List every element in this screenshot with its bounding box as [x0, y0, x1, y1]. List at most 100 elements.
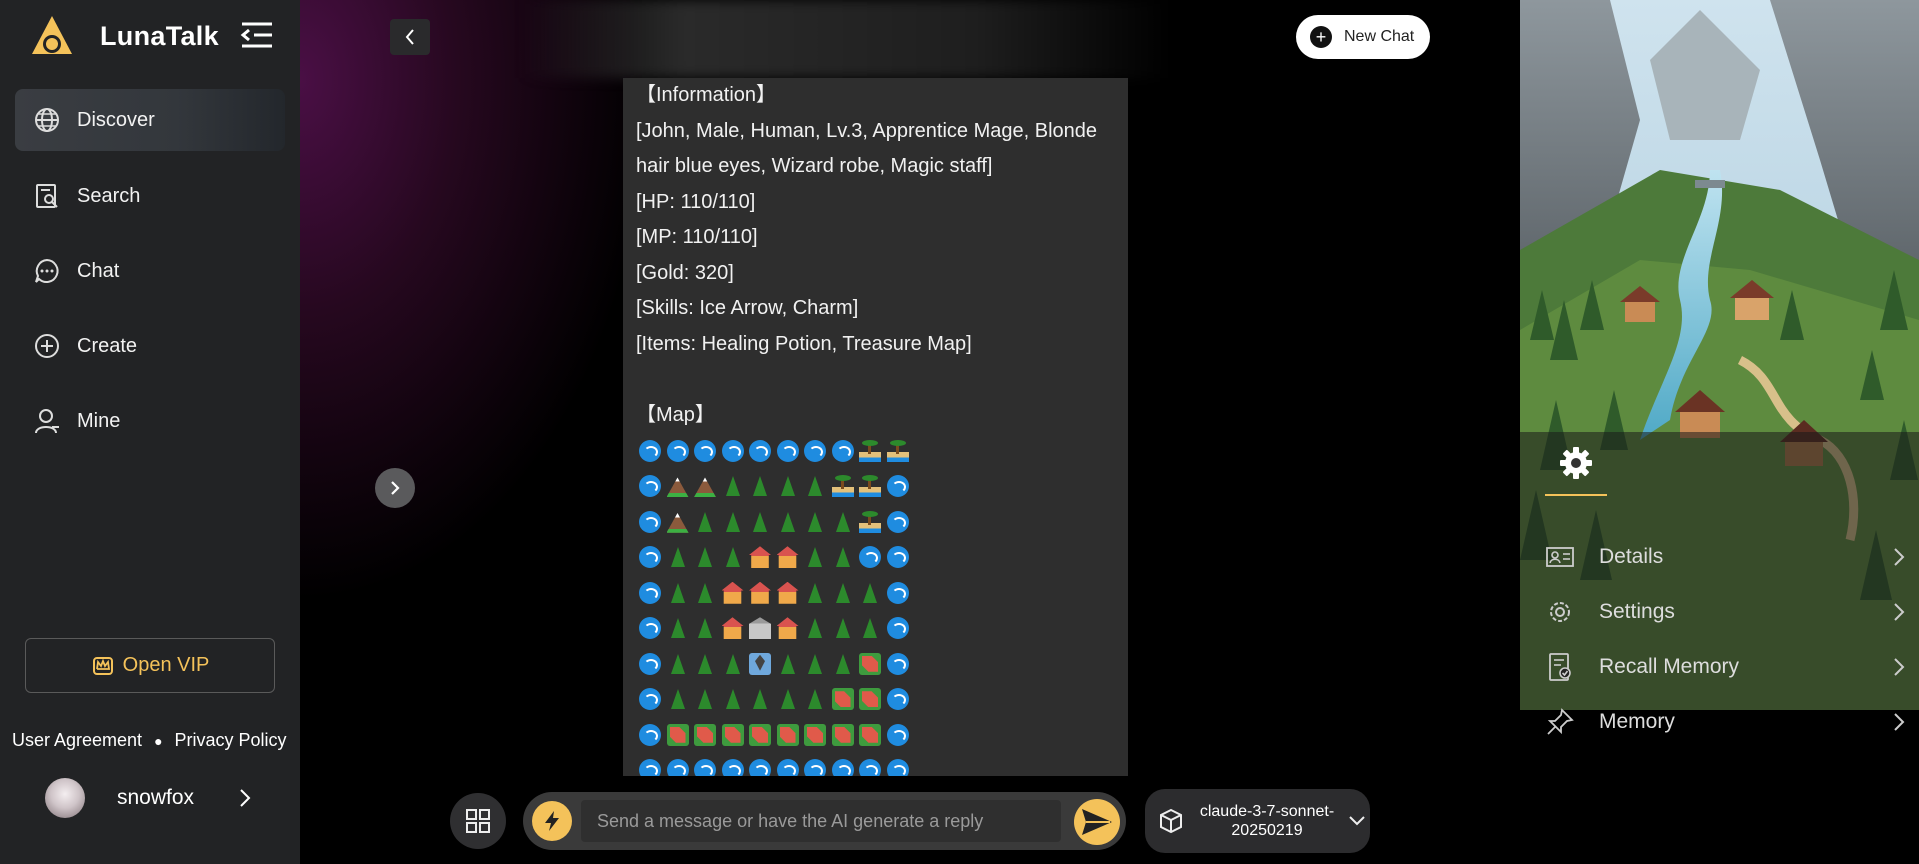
tree-icon [670, 547, 685, 568]
water-wave-icon [886, 546, 909, 569]
water-wave-icon [721, 439, 744, 462]
tree-icon [698, 582, 712, 603]
id-card-icon [1546, 547, 1574, 567]
map-row [636, 540, 1116, 576]
message-line: [John, Male, Human, Lv.3, Apprentice Mag… [636, 119, 1103, 178]
temple-icon [749, 617, 771, 640]
message-line: [Gold: 320] [636, 261, 734, 284]
model-name: claude-3-7-sonnet-20250219 [1199, 803, 1335, 839]
model-selector[interactable]: claude-3-7-sonnet-20250219 [1145, 789, 1370, 853]
new-chat-button[interactable]: + New Chat [1296, 15, 1430, 59]
tree-icon [670, 582, 685, 603]
chevron-right-icon [1894, 713, 1905, 731]
message-line: [Items: Healing Potion, Treasure Map] [636, 332, 972, 355]
water-wave-icon [886, 581, 909, 604]
tree-icon [753, 511, 767, 532]
send-button[interactable] [1074, 799, 1120, 845]
house-icon [749, 581, 771, 604]
tree-icon [835, 653, 850, 674]
recall-memory-label: Recall Memory [1599, 655, 1740, 678]
details-label: Details [1599, 545, 1664, 568]
settings-panel: Details Settings Recall Memory Memory [1520, 432, 1919, 735]
tree-icon [808, 582, 822, 603]
apps-grid-button[interactable] [450, 793, 506, 849]
field-icon [694, 723, 716, 746]
plus-icon: + [1310, 26, 1332, 48]
avatar [45, 778, 85, 818]
collapse-menu-icon[interactable] [240, 20, 274, 50]
water-wave-icon [831, 759, 854, 776]
house-icon [776, 546, 799, 569]
map-row [636, 682, 1116, 718]
header-blur [520, 0, 1170, 78]
mountain-icon [666, 477, 689, 498]
field-icon [859, 723, 881, 746]
sidebar-item-mine[interactable]: Mine [15, 390, 285, 452]
message-line: 【Information】 [636, 84, 777, 106]
field-icon [749, 723, 771, 746]
water-wave-icon [886, 688, 909, 711]
new-chat-label: New Chat [1344, 28, 1415, 45]
memory-item[interactable]: Memory [1545, 699, 1907, 745]
water-wave-icon [859, 546, 881, 569]
water-wave-icon [639, 652, 661, 675]
water-wave-icon [886, 475, 909, 498]
chevron-right-icon [240, 789, 251, 807]
field-icon [804, 723, 826, 746]
sidebar-item-create[interactable]: Create [15, 315, 285, 377]
island-icon [886, 439, 909, 462]
water-wave-icon [639, 723, 661, 746]
sidebar-item-chat[interactable]: Chat [15, 240, 285, 302]
ai-generate-button[interactable] [532, 801, 572, 841]
tree-icon [753, 476, 767, 497]
tree-icon [670, 653, 685, 674]
water-wave-icon [886, 652, 909, 675]
water-wave-icon [804, 439, 826, 462]
map-row [636, 753, 1116, 776]
water-wave-icon [721, 759, 744, 776]
tree-icon [808, 689, 822, 710]
message-line [636, 362, 1116, 398]
message-input[interactable] [581, 800, 1061, 842]
sidebar-item-discover[interactable]: Discover [15, 89, 285, 151]
chevron-right-icon [1894, 603, 1905, 621]
tree-icon [808, 653, 822, 674]
tree-icon [808, 511, 822, 532]
chevron-left-icon [405, 29, 414, 45]
tree-icon [725, 476, 740, 497]
house-icon [776, 617, 799, 640]
brand[interactable]: LunaTalk [30, 14, 219, 58]
water-wave-icon [639, 617, 661, 640]
open-vip-button[interactable]: Open VIP [25, 638, 275, 693]
composer [523, 792, 1126, 850]
water-wave-icon [639, 688, 661, 711]
sidebar-item-search[interactable]: Search [15, 165, 285, 227]
mountain-icon [666, 512, 689, 533]
water-wave-icon [694, 439, 716, 462]
recall-memory-item[interactable]: Recall Memory [1545, 644, 1907, 690]
user-agreement-link[interactable]: User Agreement [12, 730, 142, 751]
water-wave-icon [666, 759, 689, 776]
field-icon [831, 688, 854, 711]
privacy-policy-link[interactable]: Privacy Policy [175, 730, 287, 751]
field-icon [831, 723, 854, 746]
back-button[interactable] [390, 19, 430, 55]
tab-settings[interactable] [1545, 432, 1607, 496]
message-line: [Skills: Ice Arrow, Charm] [636, 297, 859, 319]
map-row [636, 611, 1116, 647]
water-wave-icon [804, 759, 826, 776]
cube-icon [1160, 808, 1182, 834]
settings-item[interactable]: Settings [1545, 589, 1907, 635]
sidebar-item-label: Create [77, 334, 138, 357]
tree-icon [698, 653, 712, 674]
house-icon [749, 546, 771, 569]
water-wave-icon [639, 510, 661, 533]
map-row [636, 575, 1116, 611]
pin-icon [1547, 708, 1574, 735]
expand-arrow-button[interactable] [375, 468, 415, 508]
details-item[interactable]: Details [1545, 534, 1907, 580]
send-icon [1082, 809, 1112, 835]
character-panel: Details Settings Recall Memory Memory [1520, 0, 1919, 864]
user-profile[interactable]: snowfox [45, 778, 265, 818]
grid-icon [466, 809, 490, 833]
